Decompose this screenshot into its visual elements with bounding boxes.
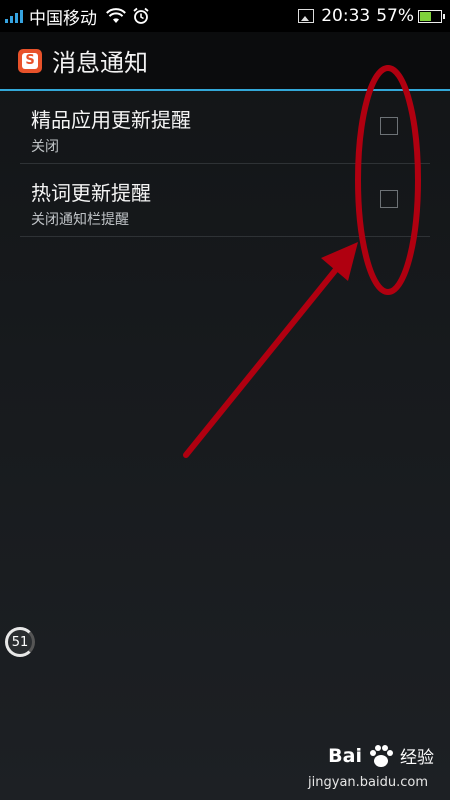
signal-icon (5, 9, 23, 23)
page-title: 消息通知 (52, 49, 148, 77)
setting-title: 热词更新提醒 (31, 181, 151, 205)
annotation-arrow-shaft (183, 259, 345, 458)
wifi-icon (106, 8, 126, 23)
setting-summary: 关闭通知栏提醒 (31, 212, 129, 228)
status-bar: 中国移动 20:33 57% (0, 0, 450, 32)
setting-hotword-update-reminder[interactable]: 热词更新提醒 关闭通知栏提醒 (20, 164, 430, 237)
sogou-input-icon[interactable]: S (18, 48, 42, 73)
watermark-url: jingyan.baidu.com (308, 775, 428, 790)
battery-percent: 57% (376, 6, 414, 26)
carrier-name: 中国移动 (29, 8, 97, 29)
setting-summary: 关闭 (31, 139, 59, 155)
floating-badge[interactable]: 51 (0, 624, 40, 664)
setting-title: 精品应用更新提醒 (31, 108, 191, 132)
watermark-logo-cn: 经验 (400, 748, 434, 768)
action-bar: S 消息通知 (0, 32, 450, 89)
paw-icon (370, 744, 393, 767)
alarm-icon (133, 7, 149, 24)
watermark-logo-text: Bai (328, 744, 362, 767)
image-notification-icon (298, 9, 315, 23)
battery-icon (418, 9, 445, 23)
badge-value: 51 (5, 627, 35, 657)
settings-list: 精品应用更新提醒 关闭 热词更新提醒 关闭通知栏提醒 (20, 91, 430, 237)
clock: 20:33 (321, 6, 371, 26)
app-update-checkbox[interactable] (380, 117, 398, 135)
app-icon-glyph: S (22, 52, 38, 69)
annotation-arrow-head (321, 242, 358, 281)
hotword-update-checkbox[interactable] (380, 190, 398, 208)
watermark-logo: Bai 经验 (328, 743, 434, 768)
setting-app-update-reminder[interactable]: 精品应用更新提醒 关闭 (20, 91, 430, 164)
